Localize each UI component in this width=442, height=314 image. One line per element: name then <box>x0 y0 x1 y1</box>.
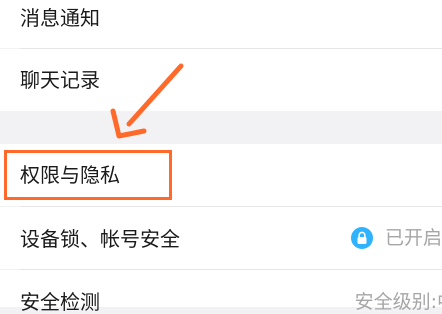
highlight-box <box>4 150 172 200</box>
settings-row-notifications[interactable]: 消息通知 <box>0 0 442 48</box>
security-level-status: 安全级别:中 <box>354 291 442 313</box>
settings-row-chat-history[interactable]: 聊天记录 <box>0 49 442 111</box>
settings-row-value-area: 已开启 <box>350 226 442 249</box>
settings-row-value-area: 安全级别:中 <box>355 293 442 312</box>
settings-row-label: 消息通知 <box>20 6 100 30</box>
settings-row-device-lock[interactable]: 设备锁、帐号安全 已开启 <box>0 207 442 269</box>
section-gap <box>0 111 442 144</box>
settings-row-label: 安全检测 <box>20 290 100 314</box>
device-lock-status: 已开启 <box>384 226 442 249</box>
settings-row-label: 聊天记录 <box>20 68 100 92</box>
lock-icon <box>350 227 373 249</box>
settings-row-security-check[interactable]: 安全检测 安全级别:中 <box>0 270 442 312</box>
settings-row-label: 设备锁、帐号安全 <box>20 227 180 251</box>
